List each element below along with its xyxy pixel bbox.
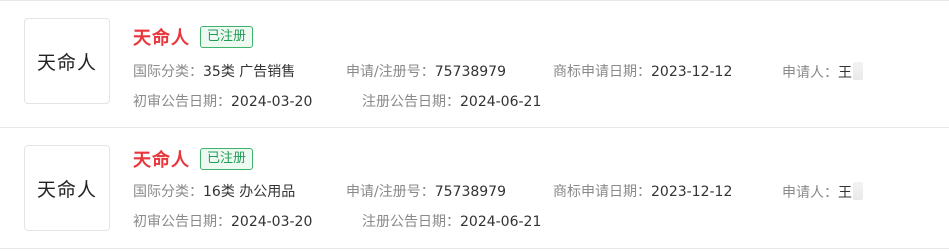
preliminary-announcement-value: 2024-03-20 (231, 214, 313, 230)
apply-date-field: 商标申请日期：2023-12-12 (553, 182, 732, 202)
trademark-logo-text: 天命人 (36, 178, 97, 201)
trademark-logo-image[interactable]: 天命人 (24, 145, 110, 231)
class-label: 国际分类： (133, 184, 203, 200)
registration-announcement-field: 注册公告日期：2024-06-21 (362, 92, 541, 112)
preliminary-announcement-label: 初审公告日期： (133, 94, 231, 110)
applicant-field: 申请人：王 (782, 182, 863, 203)
apply-date-field: 商标申请日期：2023-12-12 (553, 62, 732, 82)
apply-date-value: 2023-12-12 (651, 184, 733, 200)
trademark-name[interactable]: 天命人 (133, 146, 190, 172)
registration-announcement-value: 2024-06-21 (460, 94, 542, 110)
trademark-title-line: 天命人 已注册 (133, 24, 254, 50)
trademark-row[interactable]: 天命人 天命人 已注册 国际分类：16类 办公用品 申请/注册号：7573897… (0, 127, 949, 249)
registration-number-field: 申请/注册号：75738979 (346, 182, 506, 202)
class-field: 国际分类：16类 办公用品 (133, 182, 295, 202)
registration-number-label: 申请/注册号： (346, 64, 435, 80)
applicant-value: 王 (838, 65, 852, 81)
trademark-title-line: 天命人 已注册 (133, 146, 254, 172)
apply-date-value: 2023-12-12 (651, 64, 733, 80)
class-value: 35类 广告销售 (203, 64, 296, 80)
applicant-label: 申请人： (782, 65, 838, 81)
registration-announcement-label: 注册公告日期： (362, 94, 460, 110)
apply-date-label: 商标申请日期： (553, 184, 651, 200)
preliminary-announcement-value: 2024-03-20 (231, 94, 313, 110)
applicant-value: 王 (838, 185, 852, 201)
registration-number-label: 申请/注册号： (346, 184, 435, 200)
redacted-mask (853, 182, 863, 200)
trademark-result-list: 天命人 天命人 已注册 国际分类：35类 广告销售 申请/注册号：7573897… (0, 0, 949, 249)
registration-number-value: 75738979 (434, 184, 506, 200)
registration-announcement-label: 注册公告日期： (362, 214, 460, 230)
preliminary-announcement-label: 初审公告日期： (133, 214, 231, 230)
trademark-row[interactable]: 天命人 天命人 已注册 国际分类：35类 广告销售 申请/注册号：7573897… (0, 0, 949, 127)
class-value: 16类 办公用品 (203, 184, 296, 200)
status-badge: 已注册 (200, 148, 254, 170)
redacted-mask (853, 62, 863, 80)
class-label: 国际分类： (133, 64, 203, 80)
class-field: 国际分类：35类 广告销售 (133, 62, 295, 82)
preliminary-announcement-field: 初审公告日期：2024-03-20 (133, 212, 312, 232)
apply-date-label: 商标申请日期： (553, 64, 651, 80)
preliminary-announcement-field: 初审公告日期：2024-03-20 (133, 92, 312, 112)
status-badge: 已注册 (200, 26, 254, 48)
trademark-name[interactable]: 天命人 (133, 24, 190, 50)
registration-announcement-value: 2024-06-21 (460, 214, 542, 230)
registration-number-value: 75738979 (434, 64, 506, 80)
registration-number-field: 申请/注册号：75738979 (346, 62, 506, 82)
trademark-logo-text: 天命人 (36, 51, 97, 74)
registration-announcement-field: 注册公告日期：2024-06-21 (362, 212, 541, 232)
applicant-label: 申请人： (782, 185, 838, 201)
trademark-logo-image[interactable]: 天命人 (24, 18, 110, 104)
applicant-field: 申请人：王 (782, 62, 863, 83)
